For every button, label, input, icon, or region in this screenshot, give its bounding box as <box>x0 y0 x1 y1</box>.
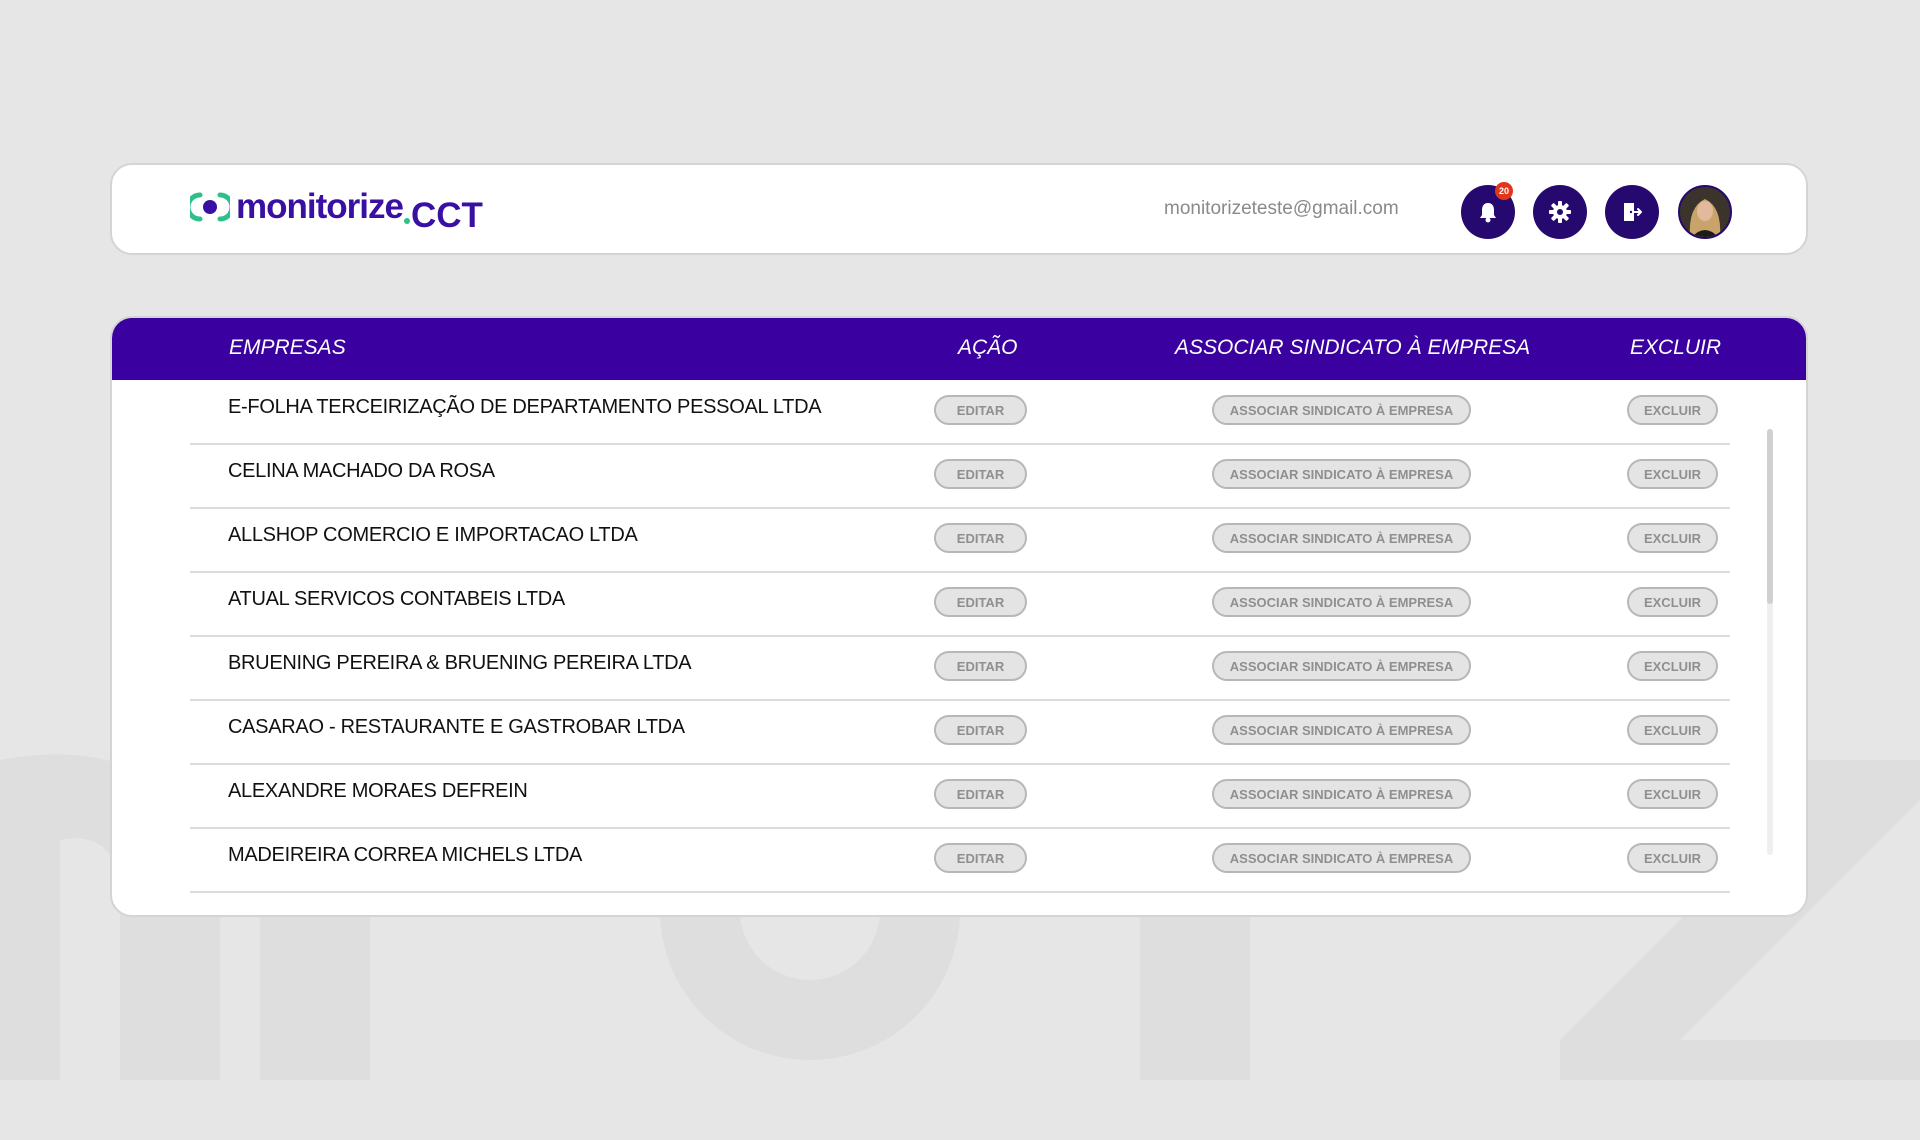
edit-button[interactable]: EDITAR <box>934 523 1027 553</box>
companies-table: EMPRESAS AÇÃO ASSOCIAR SINDICATO À EMPRE… <box>110 316 1808 917</box>
company-name: CASARAO - RESTAURANTE E GASTROBAR LTDA <box>228 716 685 738</box>
column-header-companies: EMPRESAS <box>229 336 346 359</box>
table-row: CASARAO - RESTAURANTE E GASTROBAR LTDA E… <box>190 701 1730 765</box>
notification-count-badge: 20 <box>1495 182 1513 200</box>
table-row: CELINA MACHADO DA ROSA EDITAR ASSOCIAR S… <box>190 445 1730 509</box>
associate-union-button[interactable]: ASSOCIAR SINDICATO À EMPRESA <box>1212 523 1471 553</box>
company-name: ALEXANDRE MORAES DEFREIN <box>228 780 528 802</box>
delete-button[interactable]: EXCLUIR <box>1627 523 1718 553</box>
notifications-button[interactable]: 20 <box>1461 182 1515 239</box>
logo-mark-icon <box>185 191 235 223</box>
associate-union-button[interactable]: ASSOCIAR SINDICATO À EMPRESA <box>1212 715 1471 745</box>
associate-union-button[interactable]: ASSOCIAR SINDICATO À EMPRESA <box>1212 779 1471 809</box>
column-header-associate: ASSOCIAR SINDICATO À EMPRESA <box>1175 336 1531 359</box>
scrollbar-thumb[interactable] <box>1767 429 1773 604</box>
table-header: EMPRESAS AÇÃO ASSOCIAR SINDICATO À EMPRE… <box>112 318 1806 380</box>
edit-button[interactable]: EDITAR <box>934 779 1027 809</box>
company-name: ATUAL SERVICOS CONTABEIS LTDA <box>228 588 565 610</box>
edit-button[interactable]: EDITAR <box>934 715 1027 745</box>
associate-union-button[interactable]: ASSOCIAR SINDICATO À EMPRESA <box>1212 459 1471 489</box>
column-header-delete: EXCLUIR <box>1630 336 1722 359</box>
delete-button[interactable]: EXCLUIR <box>1627 395 1718 425</box>
associate-union-button[interactable]: ASSOCIAR SINDICATO À EMPRESA <box>1212 395 1471 425</box>
table-row: BRUENING PEREIRA & BRUENING PEREIRA LTDA… <box>190 637 1730 701</box>
logo-product: CCT <box>410 196 483 235</box>
associate-union-button[interactable]: ASSOCIAR SINDICATO À EMPRESA <box>1212 651 1471 681</box>
edit-button[interactable]: EDITAR <box>934 843 1027 873</box>
company-name: CELINA MACHADO DA ROSA <box>228 460 495 482</box>
delete-button[interactable]: EXCLUIR <box>1627 843 1718 873</box>
table-body: E-FOLHA TERCEIRIZAÇÃO DE DEPARTAMENTO PE… <box>190 381 1730 893</box>
user-avatar[interactable] <box>1678 185 1732 239</box>
associate-union-button[interactable]: ASSOCIAR SINDICATO À EMPRESA <box>1212 587 1471 617</box>
logout-icon <box>1624 203 1642 221</box>
column-header-action: AÇÃO <box>958 336 1018 359</box>
table-row: MADEIREIRA CORREA MICHELS LTDA EDITAR AS… <box>190 829 1730 893</box>
delete-button[interactable]: EXCLUIR <box>1627 779 1718 809</box>
company-name: E-FOLHA TERCEIRIZAÇÃO DE DEPARTAMENTO PE… <box>228 396 822 418</box>
table-row: ALEXANDRE MORAES DEFREIN EDITAR ASSOCIAR… <box>190 765 1730 829</box>
company-name: MADEIREIRA CORREA MICHELS LTDA <box>228 844 583 866</box>
brand-logo[interactable]: monitorize CCT <box>185 187 483 237</box>
bell-icon <box>1480 203 1496 223</box>
edit-button[interactable]: EDITAR <box>934 459 1027 489</box>
edit-button[interactable]: EDITAR <box>934 395 1027 425</box>
company-name: BRUENING PEREIRA & BRUENING PEREIRA LTDA <box>228 652 692 674</box>
logout-button[interactable] <box>1605 185 1659 239</box>
top-header: monitorize CCT monitorizeteste@gmail.com… <box>110 163 1808 255</box>
table-row: ATUAL SERVICOS CONTABEIS LTDA EDITAR ASS… <box>190 573 1730 637</box>
delete-button[interactable]: EXCLUIR <box>1627 587 1718 617</box>
table-row: ALLSHOP COMERCIO E IMPORTACAO LTDA EDITA… <box>190 509 1730 573</box>
user-email: monitorizeteste@gmail.com <box>1164 198 1399 219</box>
associate-union-button[interactable]: ASSOCIAR SINDICATO À EMPRESA <box>1212 843 1471 873</box>
delete-button[interactable]: EXCLUIR <box>1627 459 1718 489</box>
logo-dot <box>403 218 410 224</box>
delete-button[interactable]: EXCLUIR <box>1627 715 1718 745</box>
company-name: ALLSHOP COMERCIO E IMPORTACAO LTDA <box>228 524 638 546</box>
settings-button[interactable] <box>1533 185 1587 239</box>
edit-button[interactable]: EDITAR <box>934 587 1027 617</box>
table-scrollbar[interactable] <box>1767 429 1773 855</box>
edit-button[interactable]: EDITAR <box>934 651 1027 681</box>
table-row: E-FOLHA TERCEIRIZAÇÃO DE DEPARTAMENTO PE… <box>190 381 1730 445</box>
delete-button[interactable]: EXCLUIR <box>1627 651 1718 681</box>
gear-icon <box>1549 201 1571 223</box>
logo-wordmark: monitorize <box>236 187 404 226</box>
